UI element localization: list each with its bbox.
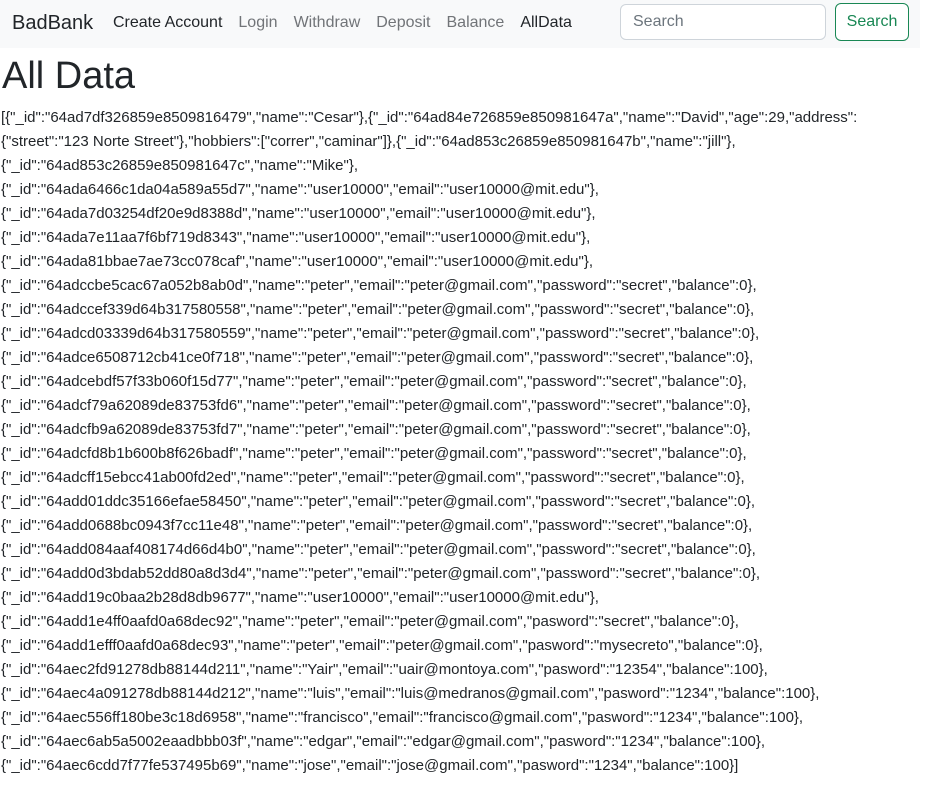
nav-links: Create Account Login Withdraw Deposit Ba… [105,13,580,33]
data-line: {"_id":"64add1e4ff0aafd0a68dec92","name"… [1,613,739,630]
data-line: {"_id":"64add1efff0aafd0a68dec93","name"… [1,637,763,654]
data-line: {"_id":"64aec2fd91278db88144d211","name"… [1,661,768,678]
data-line: {"_id":"64ada81bbae7ae73cc078caf","name"… [1,253,594,270]
data-line: {"_id":"64aec556ff180be3c18d6958","name"… [1,709,804,726]
nav-link-alldata[interactable]: AllData [512,13,580,33]
data-line: {"_id":"64ada6466c1da04a589a55d7","name"… [1,181,599,198]
data-line: {"_id":"64adcfd8b1b600b8f626badf","name"… [1,445,747,462]
data-line: {"_id":"64adcebdf57f33b060f15d77","name"… [1,373,747,390]
nav-link-create-account[interactable]: Create Account [105,13,230,33]
data-line: {"_id":"64aec6ab5a5002eaadbbb03f","name"… [1,733,766,750]
data-line: {"_id":"64aec6cdd7f77fe537495b69","name"… [1,757,739,774]
search-input[interactable] [620,4,826,40]
data-line: {"_id":"64add0688bc0943f7cc11e48","name"… [1,517,753,534]
data-line: {"_id":"64add0d3bdab52dd80a8d3d4","name"… [1,565,761,582]
nav-link-withdraw[interactable]: Withdraw [286,13,369,33]
data-line: {"_id":"64adcfb9a62089de83753fd7","name"… [1,421,751,438]
data-line: {"_id":"64adcff15ebcc41ab00fd2ed","name"… [1,469,745,486]
data-line: {"_id":"64adce6508712cb41ce0f718","name"… [1,349,754,366]
nav-link-balance[interactable]: Balance [439,13,513,33]
top-navbar: BadBank Create Account Login Withdraw De… [0,0,920,48]
data-line: {"_id":"64ada7e11aa7f6bf719d8343","name"… [1,229,591,246]
data-line: {"_id":"64adccbe5cac67a052b8ab0d","name"… [1,277,757,294]
nav-link-deposit[interactable]: Deposit [368,13,438,33]
brand-link[interactable]: BadBank [12,11,93,35]
data-line: {"_id":"64add19c0baa2b28d8db9677","name"… [1,589,599,606]
data-line: {"_id":"64adccef339d64b317580558","name"… [1,301,755,318]
data-line: {"_id":"64add01ddc35166efae58450","name"… [1,493,756,510]
all-data-json: [{"_id":"64ad7df326859e8509816479","name… [1,106,901,778]
data-line: {"_id":"64ad853c26859e850981647c","name"… [1,157,359,174]
data-line: {"_id":"64aec4a091278db88144d212","name"… [1,685,820,702]
nav-link-login[interactable]: Login [230,13,285,33]
data-line: {"_id":"64ada7d03254df20e9d8388d","name"… [1,205,596,222]
search-button[interactable]: Search [835,3,909,41]
data-line: {"_id":"64add084aaf408174d66d4b0","name"… [1,541,756,558]
data-line: {"street":"123 Norte Street"},"hobbiers"… [1,133,736,150]
page-title: All Data [2,55,136,97]
data-line: [{"_id":"64ad7df326859e8509816479","name… [1,109,858,126]
data-line: {"_id":"64adcd03339d64b317580559","name"… [1,325,760,342]
data-line: {"_id":"64adcf79a62089de83753fd6","name"… [1,397,751,414]
